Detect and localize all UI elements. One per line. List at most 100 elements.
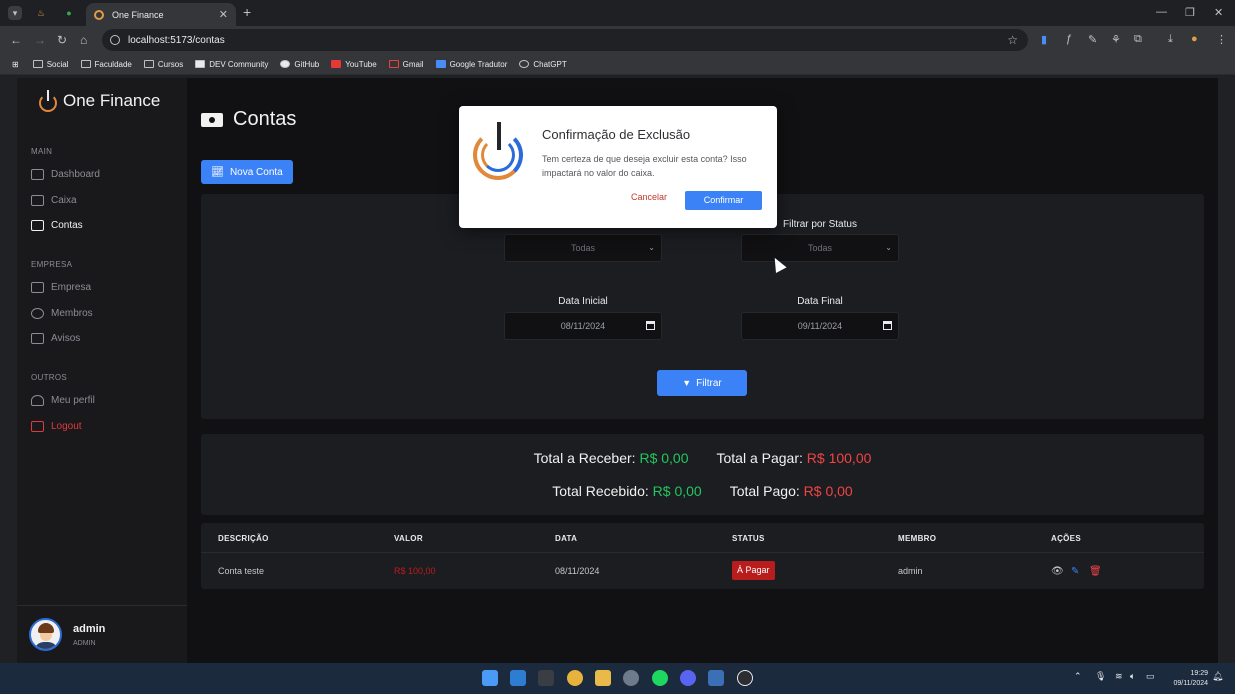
- tab-search-icon[interactable]: ▾: [8, 6, 22, 20]
- col-valor: VALOR: [394, 534, 423, 543]
- gmail-icon: [388, 60, 399, 68]
- cancel-button[interactable]: Cancelar: [631, 192, 667, 202]
- volume-icon[interactable]: 🔈︎: [1130, 671, 1135, 682]
- bookmark-social[interactable]: Social: [32, 60, 69, 69]
- confirm-button[interactable]: Confirmar: [685, 191, 762, 210]
- pinned-tab-icon-2[interactable]: ●: [62, 6, 76, 20]
- sidebar-item-perfil[interactable]: Meu perfil: [31, 395, 95, 406]
- browser-tab-active[interactable]: One Finance ✕: [86, 3, 236, 26]
- menu-icon[interactable]: ⋮: [1216, 33, 1227, 46]
- bookmark-star-icon[interactable]: ☆: [1007, 33, 1018, 47]
- bookmark-dev[interactable]: DEV Community: [195, 60, 268, 69]
- close-tab-icon[interactable]: ✕: [219, 8, 228, 21]
- pinned-tab-icon[interactable]: ♨: [34, 6, 48, 20]
- extension-icon-2[interactable]: ƒ: [1066, 33, 1072, 45]
- sidebar-item-membros[interactable]: Membros: [31, 308, 93, 319]
- col-status: STATUS: [732, 534, 765, 543]
- address-bar[interactable]: localhost:5173/contas ☆: [102, 29, 1028, 51]
- url-text: localhost:5173/contas: [128, 34, 225, 46]
- start-date-input[interactable]: 08/11/2024: [504, 312, 662, 340]
- user-profile-card[interactable]: admin ADMIN: [17, 605, 187, 663]
- brand-name: One Finance: [63, 91, 161, 110]
- bookmark-tradutor[interactable]: Google Tradutor: [435, 60, 507, 69]
- new-account-button[interactable]: 📈︎ Nova Conta: [201, 160, 293, 184]
- type-filter-select[interactable]: Todas ⌄: [504, 234, 662, 262]
- chrome-icon[interactable]: [567, 670, 583, 686]
- vscode-icon[interactable]: [510, 670, 526, 686]
- new-tab-icon[interactable]: +: [243, 4, 251, 20]
- sidebar-item-dashboard[interactable]: Dashboard: [31, 169, 100, 180]
- cash-icon: [31, 195, 44, 206]
- edit-icon[interactable]: ✎: [1071, 566, 1079, 577]
- back-icon[interactable]: ←: [10, 33, 22, 47]
- extensions-icon[interactable]: ⧉: [1134, 33, 1142, 46]
- site-info-icon[interactable]: [110, 35, 120, 45]
- tab-title: One Finance: [112, 9, 164, 20]
- battery-icon[interactable]: ▭: [1146, 671, 1155, 682]
- terminal-icon[interactable]: [538, 670, 554, 686]
- cell-valor: R$ 100,00: [394, 566, 436, 576]
- trash-icon[interactable]: 🗑︎: [1089, 566, 1102, 577]
- total-recebido: Total Recebido: R$ 0,00: [552, 483, 702, 499]
- calendar-icon[interactable]: [646, 321, 655, 330]
- taskbar: ⌃ 🎙︎ ≋ 🔈︎ ▭ 19:29 09/11/2024 🔔︎: [0, 663, 1235, 694]
- folder-icon: [32, 60, 43, 68]
- file-explorer-icon[interactable]: [595, 670, 611, 686]
- total-receber: Total a Receber: R$ 0,00: [533, 450, 689, 466]
- profile-icon[interactable]: ●: [1191, 33, 1198, 45]
- restore-icon[interactable]: ❐: [1185, 6, 1195, 19]
- notifications-icon[interactable]: 🔔︎: [1212, 671, 1223, 682]
- section-empresa: EMPRESA: [31, 260, 73, 269]
- chevron-up-icon[interactable]: ⌃: [1074, 671, 1082, 682]
- chatgpt-icon: [519, 60, 530, 68]
- page-title: Contas: [201, 108, 296, 131]
- settings-icon[interactable]: [623, 670, 639, 686]
- youtube-icon: [331, 60, 342, 68]
- download-icon[interactable]: ⤓: [1168, 33, 1173, 46]
- minimize-icon[interactable]: —: [1156, 6, 1167, 18]
- bookmark-youtube[interactable]: YouTube: [331, 60, 377, 69]
- extension-icon-3[interactable]: ✎: [1088, 33, 1097, 46]
- close-window-icon[interactable]: ✕: [1214, 6, 1223, 19]
- wifi-icon[interactable]: ≋: [1115, 671, 1123, 682]
- filter-button[interactable]: ▼ Filtrar: [657, 370, 747, 396]
- mail-icon: [31, 333, 44, 344]
- browser-toolbar: ← → ↻ ⌂ localhost:5173/contas ☆ ▮ ƒ ✎ ⚘ …: [0, 26, 1235, 54]
- sidebar-item-avisos[interactable]: Avisos: [31, 333, 80, 344]
- extension-icon-1[interactable]: ▮: [1041, 33, 1047, 46]
- users-icon: [31, 308, 44, 319]
- home-icon[interactable]: ⌂: [80, 33, 87, 47]
- apps-grid-icon[interactable]: ⊞: [12, 60, 19, 69]
- end-date-input[interactable]: 09/11/2024: [741, 312, 899, 340]
- sidebar: One Finance MAIN Dashboard Caixa Contas …: [17, 78, 187, 663]
- bookmark-chatgpt[interactable]: ChatGPT: [519, 60, 567, 69]
- status-filter-select[interactable]: Todas ⌄: [741, 234, 899, 262]
- extension-icon-4[interactable]: ⚘: [1111, 33, 1121, 46]
- sidebar-item-empresa[interactable]: Empresa: [31, 282, 91, 293]
- bookmark-cursos[interactable]: Cursos: [143, 60, 183, 69]
- app-icon[interactable]: [708, 670, 724, 686]
- discord-icon[interactable]: [680, 670, 696, 686]
- view-icon[interactable]: 👁︎: [1051, 566, 1064, 577]
- brand-logo[interactable]: One Finance: [37, 90, 160, 112]
- github-icon: [280, 60, 291, 68]
- microphone-icon[interactable]: 🎙︎: [1095, 671, 1106, 682]
- reload-icon[interactable]: ↻: [57, 33, 67, 47]
- folder-icon: [80, 60, 91, 68]
- user-name: admin: [73, 623, 106, 635]
- bookmark-faculdade[interactable]: Faculdade: [80, 60, 132, 69]
- spotify-icon[interactable]: [652, 670, 668, 686]
- forward-icon[interactable]: →: [34, 33, 46, 47]
- chevron-down-icon: ⌄: [648, 243, 655, 252]
- system-clock[interactable]: 19:29 09/11/2024: [1162, 669, 1208, 689]
- calendar-icon[interactable]: [883, 321, 892, 330]
- obs-icon[interactable]: [737, 670, 753, 686]
- sidebar-item-logout[interactable]: Logout: [31, 421, 82, 432]
- dialog-title: Confirmação de Exclusão: [542, 127, 691, 142]
- sidebar-item-caixa[interactable]: Caixa: [31, 195, 77, 206]
- bookmark-gmail[interactable]: Gmail: [388, 60, 424, 69]
- col-membro: MEMBRO: [898, 534, 937, 543]
- sidebar-item-contas[interactable]: Contas: [31, 220, 83, 231]
- bookmark-github[interactable]: GitHub: [280, 60, 319, 69]
- windows-start-icon[interactable]: [482, 670, 498, 686]
